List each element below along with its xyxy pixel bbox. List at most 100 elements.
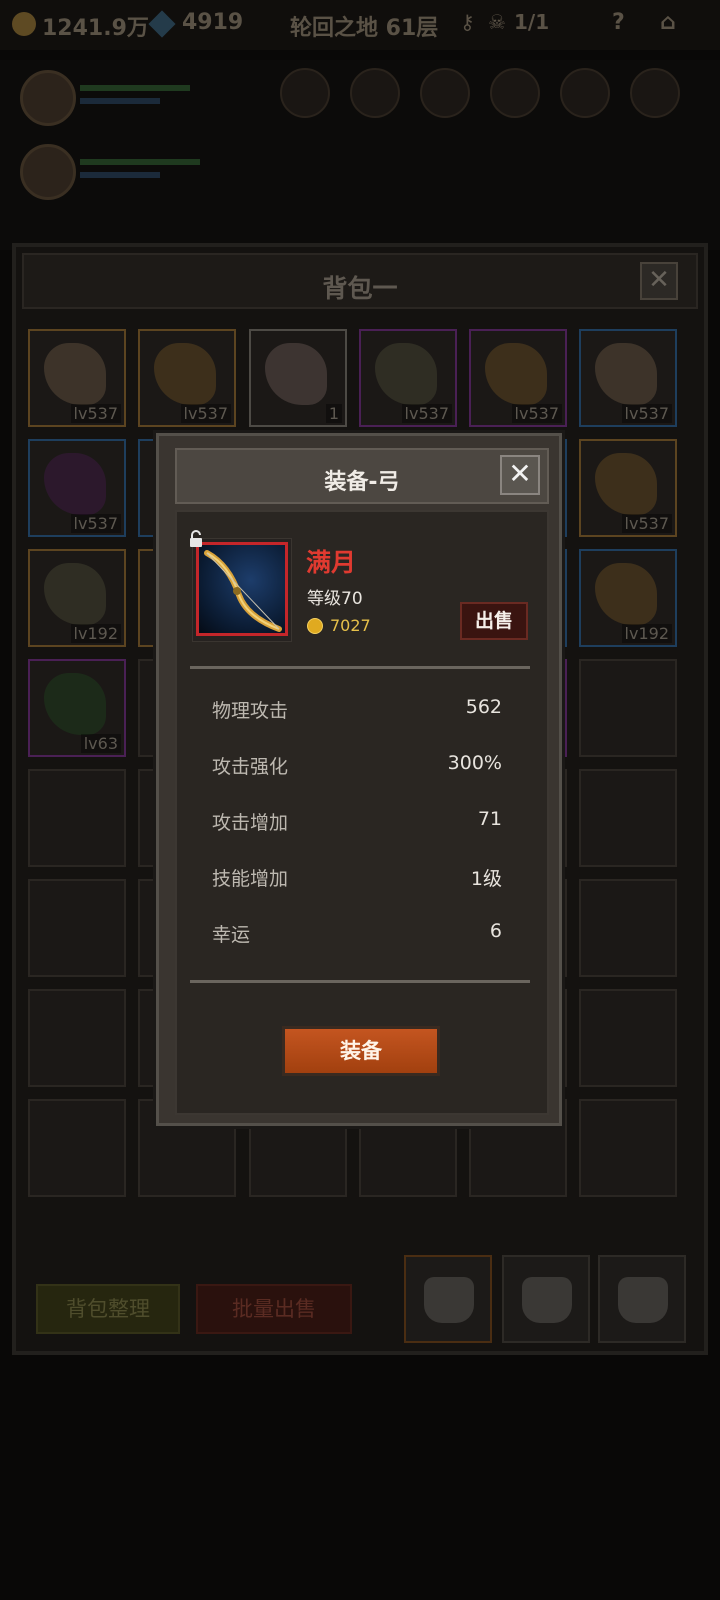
diamond-amount: 4919	[182, 10, 244, 35]
lock-icon[interactable]	[187, 530, 205, 548]
slot-level: lv63	[80, 734, 121, 753]
ring-icon	[44, 563, 106, 625]
inventory-slot[interactable]: lv537	[359, 329, 457, 427]
stat-value: 1级	[470, 868, 502, 890]
stat-row: 攻击增加 71	[212, 808, 502, 840]
helmet-icon	[485, 343, 547, 405]
inventory-slot[interactable]: lv537	[469, 329, 567, 427]
stat-value: 562	[465, 696, 502, 718]
gold-coin-icon	[12, 12, 36, 36]
gold-amount: 1241.9万	[42, 16, 149, 41]
bulk-sell-button[interactable]: 批量出售	[196, 1284, 352, 1334]
skill-slot[interactable]	[490, 68, 540, 118]
inventory-slot[interactable]	[579, 659, 677, 757]
inventory-slot[interactable]	[28, 769, 126, 867]
stat-value: 300%	[447, 752, 502, 774]
shop-icon[interactable]: ⌂	[660, 10, 676, 35]
cake-icon	[265, 343, 327, 405]
dialog-header: 装备-弓	[175, 448, 549, 504]
stat-row: 攻击强化 300%	[212, 752, 502, 784]
ring-icon	[375, 343, 437, 405]
inventory-slot[interactable]: lv537	[28, 439, 126, 537]
game-screen: 1241.9万 4919 轮回之地 61层 ⚷ ☠ 1/1 ? ⌂ 背包一 ✕ …	[0, 0, 720, 1600]
hero-hp-bar	[80, 159, 200, 165]
helmet-icon	[595, 563, 657, 625]
keys-count: 1/1	[514, 10, 550, 34]
backpack-header: 背包一	[22, 253, 698, 309]
inventory-slot[interactable]	[28, 989, 126, 1087]
slot-level: lv537	[70, 514, 121, 533]
slot-level: lv537	[621, 404, 672, 423]
bag-icon	[424, 1277, 474, 1323]
item-level: 等级70	[307, 589, 363, 609]
hero-avatar[interactable]	[20, 70, 76, 126]
slot-level: lv192	[70, 624, 121, 643]
hero-mp-bar	[80, 98, 160, 104]
inventory-slot[interactable]: lv537	[579, 329, 677, 427]
skill-slot[interactable]	[280, 68, 330, 118]
slot-level: lv537	[621, 514, 672, 533]
skill-slot[interactable]	[560, 68, 610, 118]
dialog-close-button[interactable]: ✕	[500, 455, 540, 495]
bag-icon	[522, 1277, 572, 1323]
stat-row: 幸运 6	[212, 920, 502, 952]
diamond-icon	[148, 10, 176, 38]
inventory-slot[interactable]: lv537	[138, 329, 236, 427]
hero-avatar[interactable]	[20, 144, 76, 200]
inventory-slot[interactable]: lv192	[28, 549, 126, 647]
key-icon: ⚷	[460, 10, 475, 34]
stage-label: 轮回之地 61层	[290, 16, 439, 41]
skill-slot[interactable]	[420, 68, 470, 118]
inventory-slot[interactable]	[28, 1099, 126, 1197]
inventory-slot[interactable]: lv192	[579, 549, 677, 647]
divider	[190, 980, 530, 983]
skill-slot[interactable]	[630, 68, 680, 118]
orb-icon	[44, 453, 106, 515]
help-icon[interactable]: ?	[612, 10, 625, 35]
divider	[190, 666, 530, 669]
stat-row: 技能增加 1级	[212, 864, 502, 896]
necklace-icon	[44, 673, 106, 735]
bow-icon	[196, 542, 288, 636]
inventory-slot[interactable]	[579, 989, 677, 1087]
bow-graphic	[204, 550, 282, 632]
equip-button[interactable]: 装备	[282, 1026, 440, 1076]
backpack-close-button[interactable]: ✕	[640, 262, 678, 300]
gold-coin-icon	[307, 618, 323, 634]
dialog-title: 装备-弓	[324, 470, 400, 495]
stat-name: 攻击强化	[212, 756, 289, 778]
slot-level: lv537	[180, 404, 231, 423]
stat-value: 6	[489, 920, 502, 942]
inventory-slot[interactable]: lv63	[28, 659, 126, 757]
hero-hp-bar	[80, 85, 190, 91]
sell-button[interactable]: 出售	[460, 602, 528, 640]
slot-level: lv192	[621, 624, 672, 643]
hero-panel	[0, 60, 720, 250]
top-resource-bar: 1241.9万 4919 轮回之地 61层 ⚷ ☠ 1/1 ? ⌂	[0, 0, 720, 50]
stat-name: 幸运	[212, 924, 251, 946]
stat-name: 技能增加	[212, 868, 289, 890]
feather-icon	[44, 343, 106, 405]
inventory-slot[interactable]: 1	[249, 329, 347, 427]
inventory-slot[interactable]: lv537	[579, 439, 677, 537]
slot-level: lv537	[70, 404, 121, 423]
backpack-tab-2[interactable]	[502, 1255, 590, 1343]
inventory-slot[interactable]: lv537	[28, 329, 126, 427]
helmet-icon	[154, 343, 216, 405]
stat-name: 物理攻击	[212, 700, 289, 722]
inventory-slot[interactable]	[28, 879, 126, 977]
inventory-slot[interactable]	[579, 1099, 677, 1197]
skill-slot[interactable]	[350, 68, 400, 118]
feather-icon	[595, 343, 657, 405]
slot-level: lv537	[511, 404, 562, 423]
backpack-title: 背包一	[322, 274, 398, 303]
hero-mp-bar	[80, 172, 160, 178]
inventory-slot[interactable]	[579, 879, 677, 977]
backpack-tab-1[interactable]	[404, 1255, 492, 1343]
helmet-icon	[595, 453, 657, 515]
backpack-tab-3[interactable]	[598, 1255, 686, 1343]
stat-value: 71	[477, 808, 502, 830]
inventory-slot[interactable]	[579, 769, 677, 867]
sort-backpack-button[interactable]: 背包整理	[36, 1284, 180, 1334]
slot-level: lv537	[401, 404, 452, 423]
